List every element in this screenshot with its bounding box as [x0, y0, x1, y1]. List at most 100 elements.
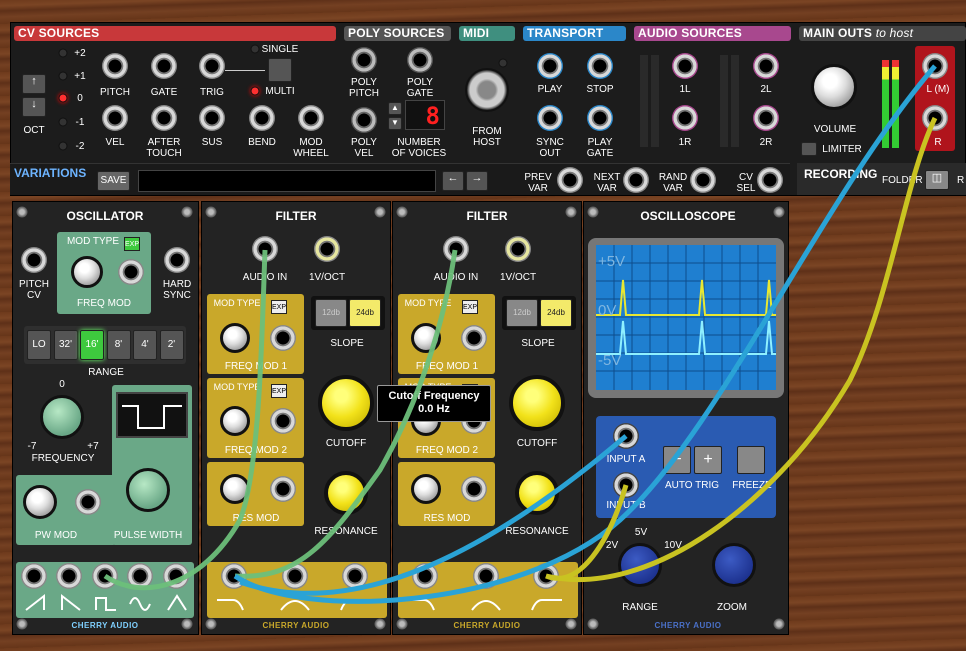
filter1-audio-in-jack[interactable] [252, 236, 278, 262]
play-gate-jack[interactable] [587, 105, 613, 131]
audio-1l-jack[interactable] [672, 53, 698, 79]
filter1-res-mod-knob[interactable] [220, 474, 250, 504]
input-a-jack[interactable] [613, 423, 639, 449]
range-button-2[interactable]: 16' [80, 330, 104, 360]
filter1-out-bandpass-jack[interactable] [282, 563, 308, 589]
cv-sel-jack[interactable] [757, 167, 783, 193]
filter2-1voct-jack[interactable] [505, 236, 531, 262]
filter1-out-lowpass-jack[interactable] [221, 563, 247, 589]
filter2-out-bandpass-jack[interactable] [473, 563, 499, 589]
filter2-slope-12db-button[interactable]: 12db [506, 299, 538, 327]
pitch-cv-jack[interactable] [21, 247, 47, 273]
folder-label: FOLDER [882, 175, 923, 186]
filter1-res-mod-jack[interactable] [270, 476, 296, 502]
filter1-out-highpass-jack[interactable] [342, 563, 368, 589]
osc-out-sine-jack[interactable] [127, 563, 153, 589]
osc-exp-button[interactable]: EXP [124, 237, 140, 251]
frequency-knob[interactable] [40, 395, 84, 439]
filter2-slope-24db-button[interactable]: 24db [540, 299, 572, 327]
rand-var-label: RAND VAR [658, 172, 688, 194]
filter2-res-mod-knob[interactable] [411, 474, 441, 504]
filter2-freq-mod1-knob[interactable] [411, 323, 441, 353]
pulse-width-knob[interactable] [126, 468, 170, 512]
scope-range-knob[interactable] [618, 543, 662, 587]
osc-out-pulse-jack[interactable] [92, 563, 118, 589]
poly-vel-jack[interactable] [351, 107, 377, 133]
range-button-5[interactable]: 2' [159, 330, 184, 360]
main-out-right-jack[interactable] [922, 105, 948, 131]
scope-zoom-knob[interactable] [712, 543, 756, 587]
filter1-slope-12db-button[interactable]: 12db [315, 299, 347, 327]
filter1-resonance-knob[interactable] [324, 471, 368, 515]
filter2-exp-button[interactable]: EXP [462, 300, 478, 314]
voices-down-button[interactable]: ▼ [388, 117, 402, 130]
variation-name-field[interactable] [138, 170, 436, 192]
gate-jack[interactable] [151, 53, 177, 79]
osc-out-saw-jack[interactable] [21, 563, 47, 589]
osc-out-triangle-jack[interactable] [163, 563, 189, 589]
play-jack[interactable] [537, 53, 563, 79]
filter1-cutoff-knob[interactable] [318, 375, 374, 431]
audio-2r-jack[interactable] [753, 105, 779, 131]
bend-jack[interactable] [249, 105, 275, 131]
after-touch-jack[interactable] [151, 105, 177, 131]
osc-freq-mod-knob[interactable] [71, 256, 103, 288]
filter2-out-lowpass-jack[interactable] [412, 563, 438, 589]
audio-1r-jack[interactable] [672, 105, 698, 131]
save-button[interactable]: SAVE [97, 171, 130, 191]
pw-mod-jack[interactable] [75, 489, 101, 515]
range-button-3[interactable]: 8' [106, 330, 131, 360]
filter2-cutoff-knob[interactable] [509, 375, 565, 431]
oct-up-button[interactable]: ↑ [22, 74, 46, 94]
filter1-freq-mod2-knob[interactable] [220, 406, 250, 436]
range-button-4[interactable]: 4' [133, 330, 157, 360]
filter1-slope-24db-button[interactable]: 24db [349, 299, 381, 327]
sus-jack[interactable] [199, 105, 225, 131]
voices-up-button[interactable]: ▲ [388, 102, 402, 115]
audio-2l-jack[interactable] [753, 53, 779, 79]
sync-out-jack[interactable] [537, 105, 563, 131]
range-button-0[interactable]: LO [27, 330, 51, 360]
filter2-resonance-knob[interactable] [515, 471, 559, 515]
filter2-res-mod-jack[interactable] [461, 476, 487, 502]
rand-var-jack[interactable] [690, 167, 716, 193]
filter2-out-highpass-jack[interactable] [533, 563, 559, 589]
input-b-jack[interactable] [613, 472, 639, 498]
trig-plus-button[interactable]: + [694, 446, 722, 474]
oct-down-button[interactable]: ↓ [22, 97, 46, 117]
osc-out-ramp-jack[interactable] [56, 563, 82, 589]
poly-pitch-jack[interactable] [351, 47, 377, 73]
filter1-freq-mod1-label: FREQ MOD 1 [224, 361, 288, 372]
next-arrow-button[interactable]: → [466, 171, 488, 191]
filter2-freq-mod1-jack[interactable] [461, 325, 487, 351]
pw-mod-knob[interactable] [23, 485, 57, 519]
folder-button[interactable]: ◫ [925, 170, 949, 190]
prev-var-jack[interactable] [557, 167, 583, 193]
hard-sync-jack[interactable] [164, 247, 190, 273]
trig-minus-button[interactable]: − [663, 446, 691, 474]
pitch-jack[interactable] [102, 53, 128, 79]
main-out-left-jack[interactable] [922, 53, 948, 79]
mod-wheel-jack[interactable] [298, 105, 324, 131]
trig-jack[interactable] [199, 53, 225, 79]
single-multi-button[interactable] [268, 58, 292, 82]
midi-din-port[interactable] [465, 68, 509, 112]
filter1-1voct-jack[interactable] [314, 236, 340, 262]
filter1-freq-mod2-jack[interactable] [270, 408, 296, 434]
limiter-toggle[interactable] [801, 142, 817, 156]
filter1-exp-button[interactable]: EXP [271, 300, 287, 314]
osc-freq-mod-jack[interactable] [118, 259, 144, 285]
volume-knob[interactable] [811, 64, 857, 110]
poly-gate-jack[interactable] [407, 47, 433, 73]
freeze-button[interactable] [737, 446, 765, 474]
prev-arrow-button[interactable]: ← [442, 171, 464, 191]
oct-label: OCT [23, 125, 45, 136]
filter2-audio-in-jack[interactable] [443, 236, 469, 262]
vel-jack[interactable] [102, 105, 128, 131]
range-button-1[interactable]: 32' [53, 330, 78, 360]
stop-jack[interactable] [587, 53, 613, 79]
filter1-exp2-button[interactable]: EXP [271, 384, 287, 398]
filter1-freq-mod1-knob[interactable] [220, 323, 250, 353]
next-var-jack[interactable] [623, 167, 649, 193]
filter1-freq-mod1-jack[interactable] [270, 325, 296, 351]
